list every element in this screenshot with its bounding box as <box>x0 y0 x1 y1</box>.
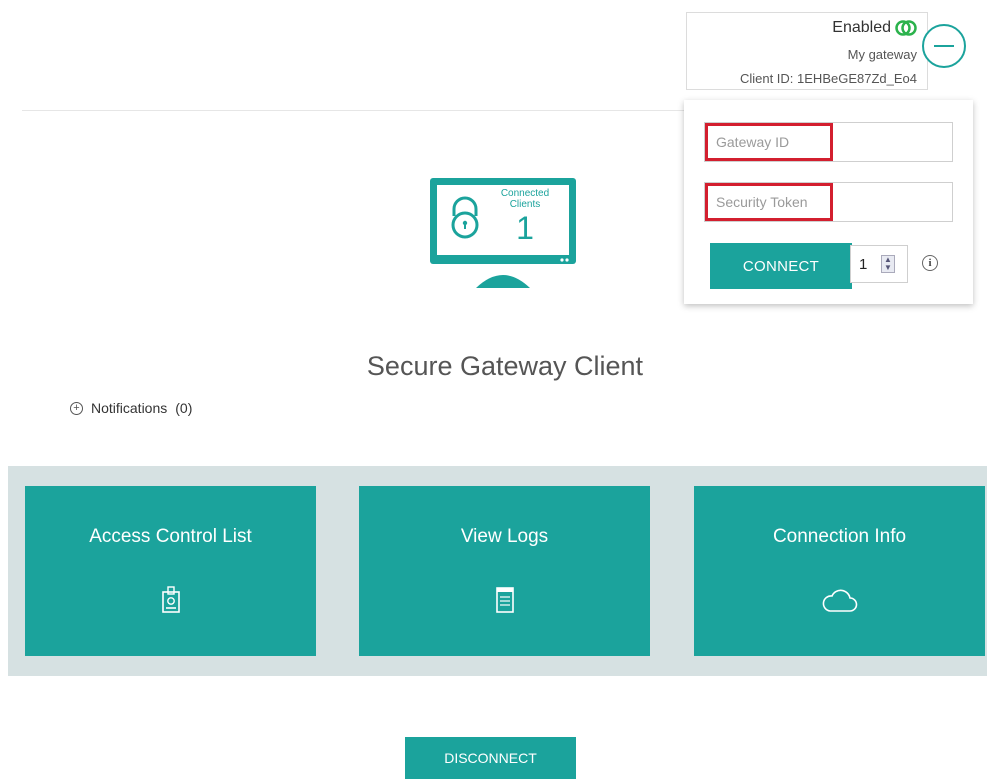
connection-info-tile[interactable]: Connection Info <box>694 486 985 656</box>
disconnect-button[interactable]: DISCONNECT <box>405 737 576 779</box>
connected-clients-monitor: Connected Clients 1 <box>428 176 578 294</box>
view-logs-tile[interactable]: View Logs <box>359 486 650 656</box>
access-control-list-tile[interactable]: Access Control List <box>25 486 316 656</box>
tile-label: Access Control List <box>89 526 252 547</box>
cloud-icon <box>822 589 857 612</box>
notifications-count: (0) <box>175 400 193 416</box>
page-title: Secure Gateway Client <box>366 351 644 381</box>
security-token-field-wrap <box>704 182 953 222</box>
enabled-rings-icon <box>895 20 917 36</box>
connection-count-stepper[interactable]: 1 ▲ ▼ <box>850 245 908 283</box>
tile-label: Connection Info <box>772 526 907 547</box>
gateway-name: My gateway <box>847 47 917 62</box>
enabled-status: Enabled <box>832 19 917 37</box>
connected-clients-label: Connected Clients <box>496 188 554 210</box>
gateway-status-box: Enabled My gateway Client ID: 1EHBeGE87Z… <box>686 12 928 90</box>
header-divider <box>22 110 684 111</box>
client-id: Client ID: 1EHBeGE87Zd_Eo4 <box>739 71 917 86</box>
gateway-id-field-wrap <box>704 122 953 162</box>
connected-clients-count: 1 <box>516 210 534 246</box>
minus-icon <box>934 45 954 47</box>
connected-clients-label-line1: Connected <box>500 188 550 199</box>
collapse-panel-button[interactable] <box>922 24 966 68</box>
document-icon <box>495 587 514 613</box>
action-tiles-band: Access Control List View Logs Connection… <box>8 466 987 676</box>
connect-panel: CONNECT 1 ▲▼ i <box>684 100 973 304</box>
id-badge-icon <box>161 586 180 613</box>
connect-button[interactable]: CONNECT <box>710 243 852 289</box>
info-icon[interactable]: i <box>922 255 938 271</box>
enabled-label: Enabled <box>832 19 891 36</box>
notifications-label: Notifications <box>91 400 168 416</box>
expand-plus-icon: + <box>70 401 83 415</box>
tile-label: View Logs <box>460 526 549 547</box>
connected-clients-label-line2: Clients <box>509 199 541 210</box>
stepper-value: 1 <box>859 256 868 273</box>
gateway-id-input[interactable] <box>705 123 833 161</box>
stepper-arrows-icon[interactable]: ▲ ▼ <box>881 255 895 273</box>
notifications-toggle[interactable]: + Notifications (0) <box>70 400 192 416</box>
security-token-input[interactable] <box>705 183 833 221</box>
